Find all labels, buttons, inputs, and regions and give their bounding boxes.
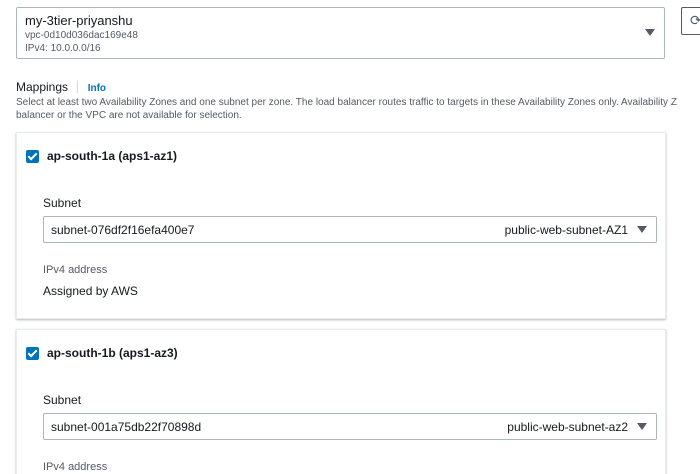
mappings-header: Mappings Info <box>16 80 106 94</box>
az-card-ap-south-1a: ap-south-1a (aps1-az1) Subnet subnet-076… <box>16 132 666 319</box>
az-header[interactable]: ap-south-1a (aps1-az1) <box>26 149 177 163</box>
ipv4-label: IPv4 address <box>43 264 108 276</box>
cut-off-helper-text <box>230 0 470 2</box>
refresh-button[interactable]: ⟳ <box>681 7 700 35</box>
caret-down-icon <box>637 423 647 430</box>
subnet-name: public-web-subnet-AZ1 <box>504 223 628 237</box>
subnet-name: public-web-subnet-az2 <box>507 420 628 434</box>
subnet-select[interactable]: subnet-001a75db22f70898d public-web-subn… <box>43 413 657 440</box>
az-card-ap-south-1b: ap-south-1b (aps1-az3) Subnet subnet-001… <box>16 329 666 474</box>
subnet-select[interactable]: subnet-076df2f16efa400e7 public-web-subn… <box>43 216 657 243</box>
subnet-id: subnet-076df2f16efa400e7 <box>51 223 195 237</box>
caret-down-icon <box>645 29 655 36</box>
az-checkbox-checked-icon[interactable] <box>26 149 39 163</box>
refresh-icon: ⟳ <box>690 12 700 28</box>
az-checkbox-checked-icon[interactable] <box>26 346 39 360</box>
subnet-id: subnet-001a75db22f70898d <box>51 420 202 434</box>
mappings-title: Mappings <box>16 80 69 94</box>
az-label: ap-south-1a (aps1-az1) <box>47 149 178 163</box>
ipv4-label: IPv4 address <box>43 461 108 473</box>
external-link-icon-row <box>230 0 233 2</box>
vpc-name: my-3tier-priyanshu <box>25 13 133 28</box>
vpc-select[interactable]: my-3tier-priyanshu vpc-0d10d036dac169e48… <box>16 7 665 59</box>
subnet-label: Subnet <box>43 196 82 210</box>
az-header[interactable]: ap-south-1b (aps1-az3) <box>26 346 178 360</box>
load-balancer-network-mapping: my-3tier-priyanshu vpc-0d10d036dac169e48… <box>0 0 700 474</box>
subnet-label: Subnet <box>43 393 82 407</box>
mappings-description-line-1: Select at least two Availability Zones a… <box>16 97 677 108</box>
mappings-description-line-2: balancer or the VPC are not available fo… <box>16 110 242 121</box>
az-label: ap-south-1b (aps1-az3) <box>47 346 178 360</box>
vpc-cidr: IPv4: 10.0.0.0/16 <box>25 43 101 54</box>
mappings-description: Select at least two Availability Zones a… <box>16 96 700 122</box>
info-link[interactable]: Info <box>88 83 106 94</box>
ipv4-value: Assigned by AWS <box>43 284 138 298</box>
divider <box>77 81 79 93</box>
caret-down-icon <box>637 226 647 233</box>
vpc-id: vpc-0d10d036dac169e48 <box>25 30 138 41</box>
